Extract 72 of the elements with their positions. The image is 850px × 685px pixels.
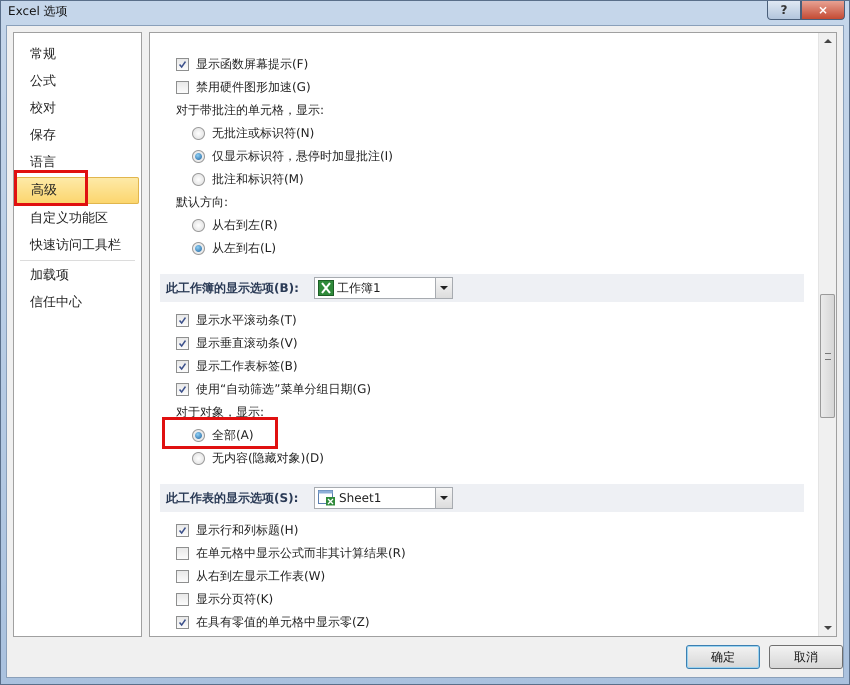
- checkbox[interactable]: [176, 570, 189, 583]
- checkbox[interactable]: [176, 524, 189, 537]
- radio-label: 全部(A): [212, 427, 254, 444]
- radio-button[interactable]: [192, 150, 205, 163]
- sidebar-item[interactable]: 信任中心: [16, 289, 139, 316]
- radio-label: 批注和标识符(M): [212, 171, 304, 188]
- checkbox-label: 显示分页符(K): [196, 591, 274, 608]
- scroll-up-icon[interactable]: [824, 39, 832, 43]
- sidebar-item[interactable]: 校对: [16, 95, 139, 122]
- radio-label: 无批注或标识符(N): [212, 125, 314, 142]
- spreadsheet-icon: [318, 280, 334, 296]
- sidebar-item[interactable]: 常规: [16, 41, 139, 68]
- checkbox[interactable]: [176, 383, 189, 396]
- dialog-button[interactable]: 取消: [769, 645, 843, 669]
- scrollbar-thumb[interactable]: [820, 294, 835, 418]
- radio-dot-icon: [195, 245, 202, 252]
- checkbox-label: 使用“自动筛选”菜单分组日期(G): [196, 381, 372, 398]
- checkmark-icon: [177, 361, 188, 372]
- checkbox[interactable]: [176, 337, 189, 350]
- radio-button[interactable]: [192, 127, 205, 140]
- section-title: 此工作簿的显示选项(B):: [166, 280, 300, 296]
- section-title: 此工作表的显示选项(S):: [166, 490, 300, 506]
- checkbox-label: 显示工作表标签(B): [196, 358, 298, 375]
- checkbox-label: 显示函数屏幕提示(F): [196, 56, 308, 73]
- dropdown[interactable]: 工作簿1: [314, 277, 453, 299]
- checkbox[interactable]: [176, 58, 189, 71]
- checkbox[interactable]: [176, 314, 189, 327]
- sidebar-item[interactable]: 语言: [16, 149, 139, 176]
- radio-dot-icon: [195, 432, 202, 439]
- checkbox[interactable]: [176, 593, 189, 606]
- radio-label: 仅显示标识符，悬停时加显批注(I): [212, 148, 393, 165]
- checkbox[interactable]: [176, 547, 189, 560]
- scroll-down-icon[interactable]: [824, 626, 832, 630]
- radio-label: 从右到左(R): [212, 217, 278, 234]
- checkbox-label: 显示水平滚动条(T): [196, 312, 297, 329]
- sidebar-item[interactable]: 自定义功能区: [16, 205, 139, 232]
- checkbox-label: 在单元格中显示公式而非其计算结果(R): [196, 545, 406, 562]
- checkbox-label: 从右到左显示工作表(W): [196, 568, 326, 585]
- radio-label: 从左到右(L): [212, 240, 276, 257]
- checkmark-icon: [177, 384, 188, 395]
- sidebar-item[interactable]: 快速访问工具栏: [16, 232, 139, 259]
- radio-dot-icon: [195, 153, 202, 160]
- radio-button[interactable]: [192, 242, 205, 255]
- sidebar-item[interactable]: 高级: [16, 177, 139, 204]
- checkmark-icon: [177, 338, 188, 349]
- radio-button[interactable]: [192, 173, 205, 186]
- checkbox[interactable]: [176, 81, 189, 94]
- scrollbar[interactable]: [818, 33, 836, 636]
- checkbox-label: 禁用硬件图形加速(G): [196, 79, 311, 96]
- checkbox[interactable]: [176, 616, 189, 629]
- sidebar-item[interactable]: 保存: [16, 122, 139, 149]
- group-label: 对于带批注的单元格，显示:: [176, 102, 324, 119]
- checkmark-icon: [177, 525, 188, 536]
- checkbox[interactable]: [176, 360, 189, 373]
- checkbox-label: 显示垂直滚动条(V): [196, 335, 298, 352]
- radio-button[interactable]: [192, 452, 205, 465]
- checkbox-label: 显示行和列标题(H): [196, 522, 298, 539]
- radio-button[interactable]: [192, 429, 205, 442]
- checkmark-icon: [177, 617, 188, 628]
- dialog-button[interactable]: 确定: [686, 645, 760, 669]
- radio-label: 无内容(隐藏对象)(D): [212, 450, 324, 467]
- checkmark-icon: [177, 315, 188, 326]
- checkbox-label: 在具有零值的单元格中显示零(Z): [196, 614, 370, 631]
- sidebar-item[interactable]: 公式: [16, 68, 139, 95]
- help-button[interactable]: ?: [767, 1, 801, 20]
- group-label: 默认方向:: [176, 194, 228, 211]
- radio-button[interactable]: [192, 219, 205, 232]
- checkmark-icon: [177, 59, 188, 70]
- dropdown[interactable]: Sheet1: [314, 487, 453, 509]
- window-title: Excel 选项: [8, 3, 68, 20]
- sidebar-item[interactable]: 加载项: [16, 262, 139, 289]
- sheet-icon: [318, 490, 336, 506]
